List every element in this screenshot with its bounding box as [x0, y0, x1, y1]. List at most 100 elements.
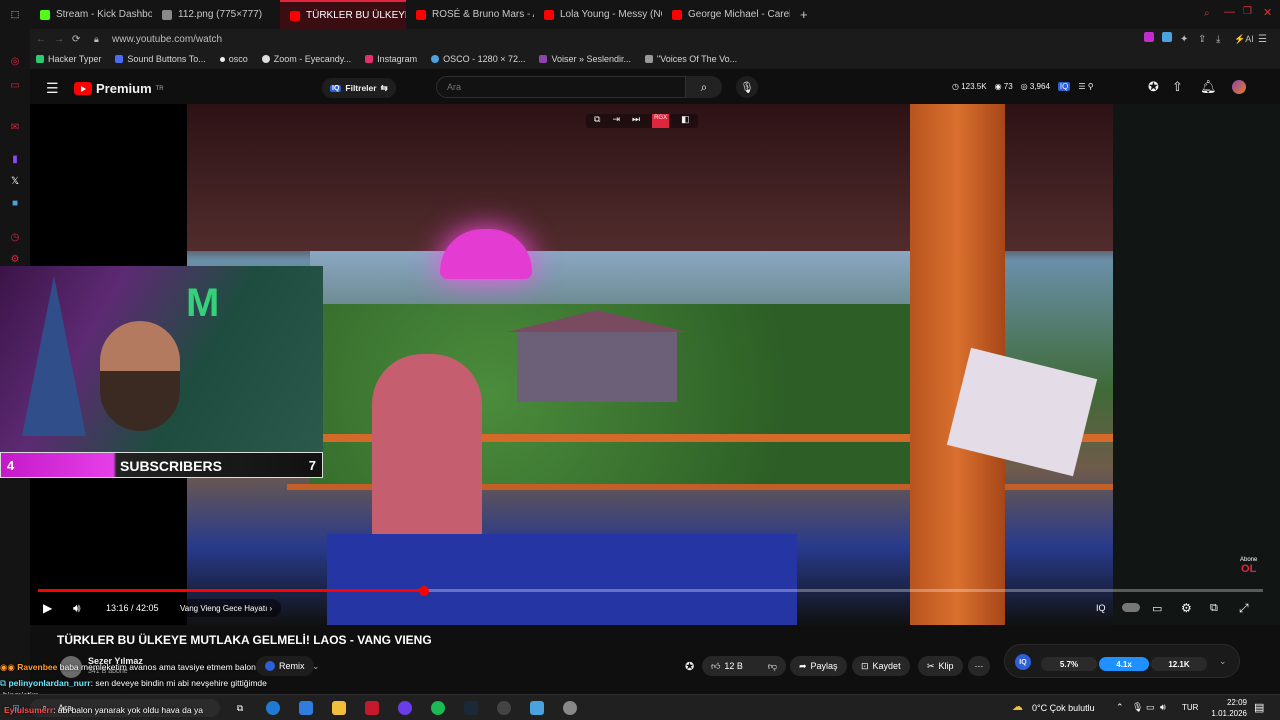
save-button[interactable]: ⊡ Kaydet: [852, 656, 910, 676]
tray-chevron-icon[interactable]: ⌃: [1116, 702, 1124, 713]
fullscreen-icon[interactable]: ⤢: [1239, 601, 1249, 615]
search-button[interactable]: ⌕: [686, 76, 722, 98]
file-explorer-icon[interactable]: [332, 701, 346, 715]
more-actions-button[interactable]: ⋯: [968, 656, 990, 676]
extension-icon[interactable]: [1144, 32, 1154, 42]
next-icon[interactable]: ⏭: [632, 114, 640, 128]
extension-icon[interactable]: RGX: [652, 114, 670, 128]
voice-search-button[interactable]: 🎙︎: [736, 76, 758, 98]
notification-icon[interactable]: ▤: [1254, 701, 1264, 714]
progress-scrubber[interactable]: [419, 585, 430, 596]
new-tab-icon[interactable]: +: [790, 0, 810, 29]
progress-bar[interactable]: [38, 585, 1263, 596]
menu-icon[interactable]: ☰: [1258, 34, 1267, 45]
weather-text[interactable]: 0°C Çok bulutlu: [1032, 703, 1095, 713]
puzzle-icon[interactable]: ✦: [1180, 34, 1188, 45]
bookmark-osco[interactable]: osco: [219, 54, 248, 64]
remix-button[interactable]: Remix: [256, 656, 314, 676]
tab-image[interactable]: 112.png (775×777): [152, 0, 280, 29]
tab-rose[interactable]: ROSÉ & Bruno Mars - APT: [406, 0, 534, 29]
bookmark-osco-size[interactable]: OSCO - 1280 × 72...: [431, 54, 525, 64]
spotify-icon[interactable]: [431, 701, 445, 715]
bookmark-label: Voiser » Seslendir...: [551, 54, 632, 64]
share-button[interactable]: ➦ Paylaş: [790, 656, 847, 676]
bookmark-sound-buttons[interactable]: Sound Buttons To...: [115, 54, 206, 64]
settings-icon[interactable]: ⚙: [9, 253, 21, 265]
avatar[interactable]: [1232, 80, 1246, 94]
task-view-icon[interactable]: ⧉: [233, 701, 247, 715]
download-icon[interactable]: ⤓: [1216, 34, 1220, 45]
chevron-down-icon[interactable]: ⌄: [312, 661, 320, 672]
browser-menu-icon[interactable]: ⬚: [0, 0, 30, 29]
speaker-icon[interactable]: 🔊︎: [1160, 702, 1166, 713]
mail-icon[interactable]: ✉: [9, 121, 21, 133]
settings-icon[interactable]: [563, 701, 577, 715]
url-field[interactable]: www.youtube.com/watch: [112, 34, 222, 45]
opera-icon[interactable]: ◎: [9, 55, 21, 67]
bookmark-voices[interactable]: "Voices Of The Vo...: [645, 54, 737, 64]
extension-icon[interactable]: IQ: [1096, 601, 1106, 615]
subtitles-icon[interactable]: ▭: [1152, 601, 1162, 615]
eye-stat: ◎ 3,964: [1020, 82, 1050, 91]
bookmark-hacker-typer[interactable]: Hacker Typer: [36, 54, 101, 64]
bookmark-zoom[interactable]: Zoom - Eyecandy...: [261, 54, 351, 64]
popout-icon[interactable]: ⇥: [612, 114, 620, 128]
close-icon[interactable]: ✕: [1263, 6, 1272, 19]
extension-icon[interactable]: IQ: [1057, 82, 1071, 91]
steam-icon[interactable]: [464, 701, 478, 715]
youtube-logo[interactable]: Premium TR: [74, 81, 164, 96]
filters-button[interactable]: IQ Filtreler ⇆: [322, 78, 396, 98]
mic-icon[interactable]: 🎙︎: [1132, 702, 1143, 713]
clock[interactable]: 22:09 1.01.2026: [1207, 697, 1247, 719]
x-icon[interactable]: 𝕏: [9, 175, 21, 187]
share-icon[interactable]: ⇪: [1198, 34, 1206, 45]
twitch-icon[interactable]: ▮: [9, 153, 21, 165]
miniplayer-icon[interactable]: ⧉: [1210, 601, 1218, 615]
messenger-icon[interactable]: ▭: [9, 79, 21, 91]
search-tabs-icon[interactable]: ⌕: [1204, 8, 1210, 19]
app-icon[interactable]: [530, 701, 544, 715]
ai-button[interactable]: ⚡AI: [1234, 34, 1254, 45]
chapter-button[interactable]: Vang Vieng Gece Hayatı ›: [171, 599, 282, 617]
tab-george[interactable]: George Michael - Careless: [662, 0, 790, 29]
clip-button[interactable]: ✂ Klip: [918, 656, 963, 676]
minimize-icon[interactable]: —: [1224, 6, 1235, 18]
tab-youtube-active[interactable]: TÜRKLER BU ÜLKEYE: [280, 0, 406, 29]
create-icon[interactable]: ✪: [1148, 79, 1159, 95]
pip-icon[interactable]: ⧉: [594, 114, 600, 128]
app-icon[interactable]: [299, 701, 313, 715]
thumbs-up-icon: 👍︎: [711, 660, 721, 671]
maximize-icon[interactable]: ❐: [1243, 6, 1252, 17]
network-icon[interactable]: ▭: [1146, 702, 1155, 713]
weather-icon[interactable]: ☁: [1012, 700, 1023, 713]
forward-icon[interactable]: →: [54, 34, 64, 45]
hamburger-menu-icon[interactable]: ☰: [46, 80, 59, 97]
notifications-bell-icon[interactable]: 🔔︎: [1200, 79, 1217, 95]
bookmark-voiser[interactable]: Voiser » Seslendir...: [539, 54, 631, 64]
upload-icon[interactable]: ⇧: [1172, 79, 1183, 95]
chevron-down-icon[interactable]: ⌄: [1219, 656, 1227, 667]
tab-kick[interactable]: Stream - Kick Dashboard: [30, 0, 152, 29]
settings-gear-icon[interactable]: ⚙: [1181, 601, 1192, 615]
extension-icon[interactable]: ☰ ⚲: [1078, 82, 1093, 91]
back-icon[interactable]: ←: [36, 34, 46, 45]
bookmark-instagram[interactable]: Instagram: [365, 54, 417, 64]
opera-icon[interactable]: [365, 701, 379, 715]
reload-icon[interactable]: ⟳: [72, 34, 80, 45]
theater-icon[interactable]: ◧: [681, 114, 690, 128]
obs-icon[interactable]: [497, 701, 511, 715]
play-button[interactable]: ▶: [43, 601, 52, 615]
edge-icon[interactable]: [266, 701, 280, 715]
extension-icon[interactable]: IQ: [1015, 654, 1031, 670]
extension-icon[interactable]: [1162, 32, 1172, 42]
search-input[interactable]: [436, 76, 686, 98]
tab-lola[interactable]: Lola Young - Messy (NOV: [534, 0, 662, 29]
language-indicator[interactable]: TUR: [1182, 703, 1198, 712]
discord-icon[interactable]: [398, 701, 412, 715]
volume-icon[interactable]: 🔊︎: [73, 601, 81, 615]
like-button[interactable]: 👍︎ 12 B 👎︎: [702, 656, 786, 676]
history-icon[interactable]: ◷: [9, 231, 21, 243]
extension-icon[interactable]: ✪: [685, 660, 694, 673]
autoplay-toggle[interactable]: [1122, 603, 1140, 612]
extension-icon[interactable]: ■: [9, 197, 21, 209]
